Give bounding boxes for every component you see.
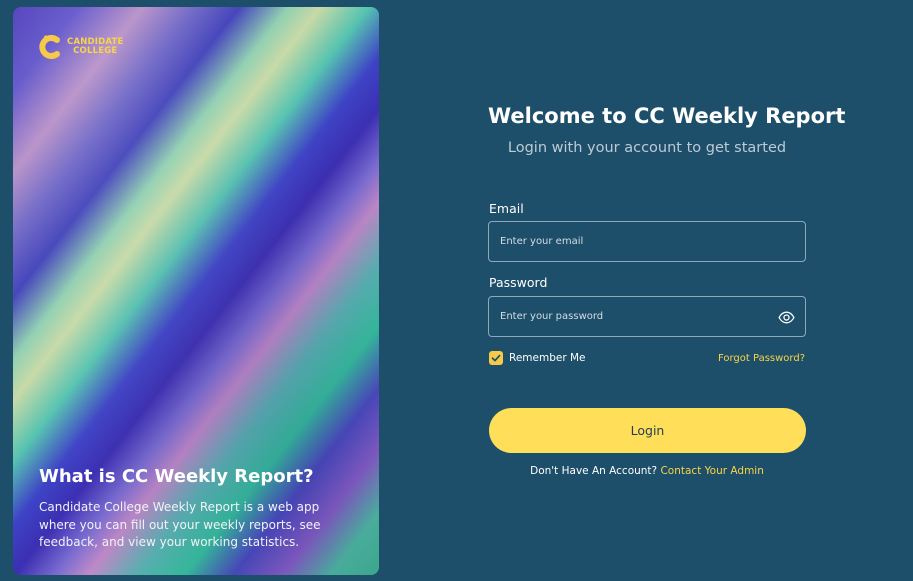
welcome-subtitle: Login with your account to get started [507, 140, 787, 156]
contact-admin-link[interactable]: Contact Your Admin [660, 465, 763, 477]
no-account-prompt: Don't Have An Account? Contact Your Admi… [488, 465, 806, 477]
password-field[interactable] [500, 297, 770, 336]
brand-name-line2: COLLEGE [73, 46, 118, 56]
brand-name: CANDIDATE COLLEGE [67, 38, 124, 56]
brand-logo: CANDIDATE COLLEGE [39, 34, 124, 60]
password-field-box [488, 296, 806, 337]
email-field-box [488, 221, 806, 262]
hero-panel: CANDIDATE COLLEGE What is CC Weekly Repo… [13, 7, 379, 575]
eye-icon[interactable] [778, 309, 795, 326]
hero-title: What is CC Weekly Report? [39, 466, 314, 487]
password-label: Password [489, 275, 548, 290]
no-account-text: Don't Have An Account? [530, 465, 658, 477]
remember-me-label: Remember Me [509, 352, 586, 364]
email-field[interactable] [500, 222, 770, 261]
candidate-college-logo-icon [39, 34, 60, 59]
login-button[interactable]: Login [489, 408, 806, 453]
remember-me-checkbox[interactable] [489, 351, 503, 365]
remember-me: Remember Me [489, 351, 586, 365]
email-label: Email [489, 201, 524, 216]
hero-description: Candidate College Weekly Report is a web… [39, 500, 321, 549]
login-page: CANDIDATE COLLEGE What is CC Weekly Repo… [0, 0, 913, 581]
forgot-password-link[interactable]: Forgot Password? [718, 353, 805, 364]
checkmark-icon [491, 354, 501, 362]
welcome-title: Welcome to CC Weekly Report [488, 104, 846, 128]
